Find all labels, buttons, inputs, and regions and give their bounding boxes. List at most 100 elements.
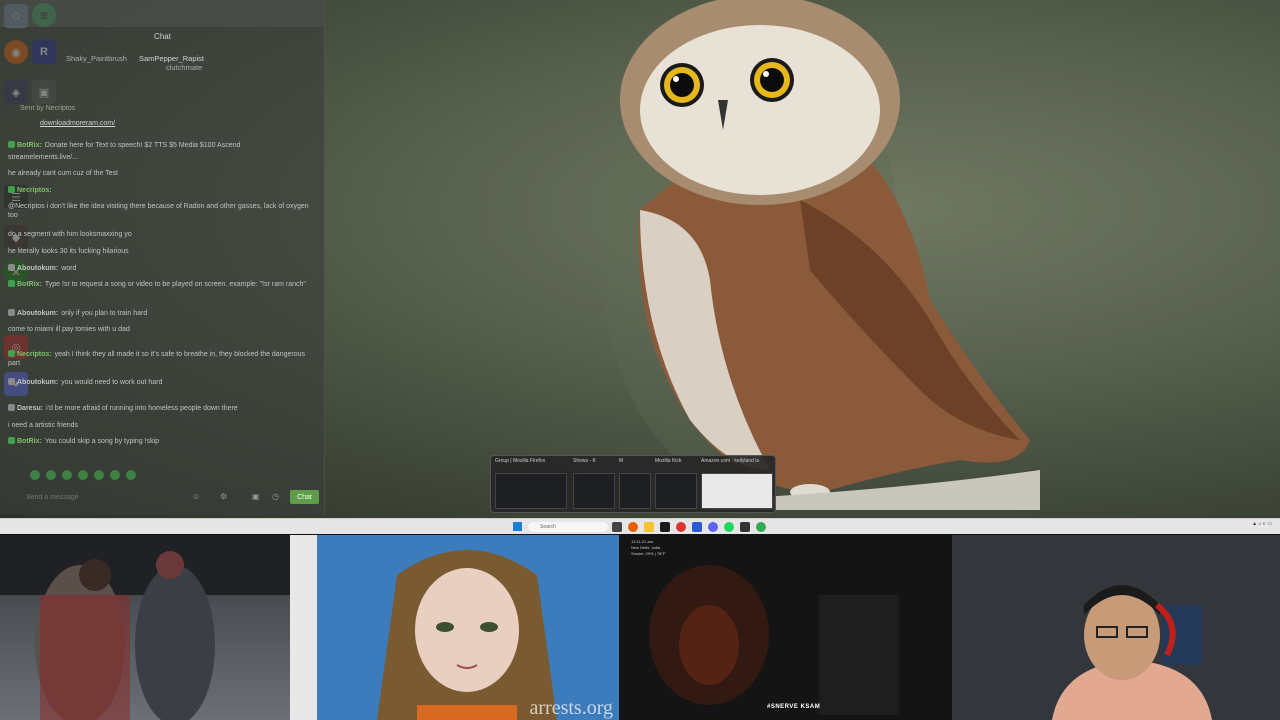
chat-message-text: streamelements.live/...	[8, 154, 79, 161]
chat-username[interactable]: Aboutokum:	[17, 265, 58, 272]
chat-message-text: @Necriptos i don't like the idea visitin…	[8, 203, 309, 219]
chat-message: @Necriptos i don't like the idea visitin…	[8, 202, 313, 220]
user-badge-icon	[8, 280, 15, 287]
chat-message: Aboutokum: only if you plan to train hard	[8, 309, 313, 318]
chat-message: he already cant cum cuz of the Test	[8, 169, 313, 178]
window-thumbnail-title: Shows - K	[573, 458, 596, 464]
chat-username[interactable]: Aboutokum:	[17, 310, 58, 317]
chat-username[interactable]: Aboutokum:	[17, 379, 58, 386]
window-thumbnail-title: M	[619, 458, 624, 464]
pinned-user[interactable]: clutchmate	[166, 63, 202, 72]
chat-message: BotRix: You could skip a song by typing !…	[8, 437, 313, 446]
terminal-icon[interactable]	[660, 522, 670, 532]
street-scene-image	[0, 535, 290, 720]
chat-username[interactable]: BotRix:	[17, 142, 42, 149]
webcam-streamer-image	[952, 535, 1280, 720]
steam-icon[interactable]	[692, 522, 702, 532]
pinned-user[interactable]: SamPepper_Rapist	[139, 54, 204, 63]
settings-icon[interactable]: ⚙	[220, 492, 227, 501]
user-badge-icon	[8, 404, 15, 411]
chat-message: i need a artistic friends	[8, 421, 313, 430]
pinned-user[interactable]: Shaky_Paintbrush	[66, 54, 127, 63]
emote-icon[interactable]	[94, 470, 104, 480]
chat-message: BotRix: Donate here for Text to speech! $…	[8, 141, 313, 150]
chat-message-text: i need a artistic friends	[8, 422, 79, 429]
chrome-icon[interactable]	[756, 522, 766, 532]
emote-icon[interactable]	[126, 470, 136, 480]
chat-send-button[interactable]: Chat	[290, 490, 319, 504]
kick-taskbar-icon[interactable]	[740, 522, 750, 532]
chat-input[interactable]	[26, 490, 206, 505]
emote-icon[interactable]	[62, 470, 72, 480]
user-badge-icon	[8, 437, 15, 444]
chat-message-text: he already cant cum cuz of the Test	[8, 170, 118, 177]
chat-message-text: yeah I think they all made it so it's sa…	[8, 351, 306, 367]
chat-message: Aboutokum: you would need to work out har…	[8, 378, 313, 387]
spotify-taskbar-icon[interactable]	[724, 522, 734, 532]
window-thumbnail-title: Mozilla Kick	[655, 458, 682, 464]
chat-username[interactable]: Necriptos:	[17, 351, 52, 358]
chat-message-text: word	[61, 265, 77, 272]
chat-message-text: Donate here for Text to speech! $2 TTS $…	[44, 142, 241, 149]
chat-panel: Chat Shaky_Paintbrush SamPepper_Rapist c…	[0, 0, 325, 515]
chat-message-text: do a segment with him looksmaxxing yo	[8, 231, 132, 238]
night-stream-image	[619, 535, 952, 720]
panel-divider	[290, 535, 317, 720]
task-view-icon[interactable]	[612, 522, 622, 532]
emote-icon[interactable]	[78, 470, 88, 480]
window-thumbnail[interactable]: Group | Mozilla Firefox	[495, 458, 567, 512]
chat-header	[0, 0, 324, 27]
chat-message: Aboutokum: word	[8, 264, 313, 273]
emote-icon[interactable]	[46, 470, 56, 480]
chat-username[interactable]: Necriptos:	[17, 187, 52, 194]
system-tray[interactable]: ▲ ⌂ ◐ ▭	[1252, 521, 1272, 527]
chat-message-text: only if you plan to train hard	[61, 310, 148, 317]
sent-by: Sent by Necriptos	[20, 104, 325, 113]
chat-message: streamelements.live/...	[8, 153, 313, 162]
taskbar: Search ▲ ⌂ ◐ ▭	[0, 518, 1280, 534]
video-panel-street	[0, 535, 290, 720]
emoji-icon[interactable]: ☺	[192, 492, 200, 501]
chat-title: Chat	[154, 32, 171, 41]
user-badge-icon	[8, 309, 15, 316]
pinned-link[interactable]: downloadmoreram.com/	[40, 119, 345, 128]
sent-by-name[interactable]: Necriptos	[46, 105, 76, 112]
window-thumbnail[interactable]: Shows - K	[573, 458, 615, 512]
video-panel-mugshot: arrests.org	[317, 535, 619, 720]
chat-message: BotRix: Type !sr to request a song or vid…	[8, 280, 313, 289]
gift-icon[interactable]: ▣	[252, 492, 260, 501]
user-badge-icon	[8, 186, 15, 193]
taskbar-thumbnail-popup: Group | Mozilla Firefox Shows - K M Mozi…	[490, 455, 776, 513]
chat-message: Necriptos:	[8, 186, 313, 195]
discord-taskbar-icon[interactable]	[708, 522, 718, 532]
mugshot-image	[317, 535, 619, 720]
chat-username[interactable]: BotRix:	[17, 438, 42, 445]
window-thumbnail-title: Group | Mozilla Firefox	[495, 458, 546, 464]
chat-username[interactable]: BotRix:	[17, 281, 42, 288]
user-badge-icon	[8, 264, 15, 271]
window-thumbnail[interactable]: Amazon.com : kellyland la	[701, 458, 773, 512]
chat-message: do a segment with him looksmaxxing yo	[8, 230, 313, 239]
firefox-taskbar-icon[interactable]	[628, 522, 638, 532]
window-thumbnail[interactable]: Mozilla Kick	[655, 458, 697, 512]
chat-username[interactable]: Daresu:	[17, 405, 43, 412]
clock-icon[interactable]: ◷	[272, 492, 279, 501]
user-badge-icon	[8, 378, 15, 385]
taskbar-search[interactable]: Search	[528, 522, 608, 532]
sent-by-label: Sent by	[20, 105, 44, 112]
video-panel-webcam	[952, 535, 1280, 720]
watermark-text: arrests.org	[529, 697, 614, 719]
emote-icon[interactable]	[30, 470, 40, 480]
chat-message: Daresu: i'd be more afraid of running int…	[8, 404, 313, 413]
chat-message-text: Type !sr to request a song or video to b…	[44, 281, 306, 288]
file-explorer-icon[interactable]	[644, 522, 654, 532]
stream-handle: #SNERVE KSAM	[767, 704, 821, 710]
windows-start-icon[interactable]	[513, 522, 522, 531]
emote-icon[interactable]	[110, 470, 120, 480]
window-thumbnail[interactable]: M	[619, 458, 651, 512]
window-thumbnail-title: Amazon.com : kellyland la	[701, 458, 760, 464]
app-taskbar-icon[interactable]	[676, 522, 686, 532]
user-badge-icon	[8, 141, 15, 148]
chat-message: come to miami ill pay tomies with u dad	[8, 325, 313, 334]
pinned-users: Shaky_Paintbrush SamPepper_Rapist clutch…	[66, 54, 214, 72]
